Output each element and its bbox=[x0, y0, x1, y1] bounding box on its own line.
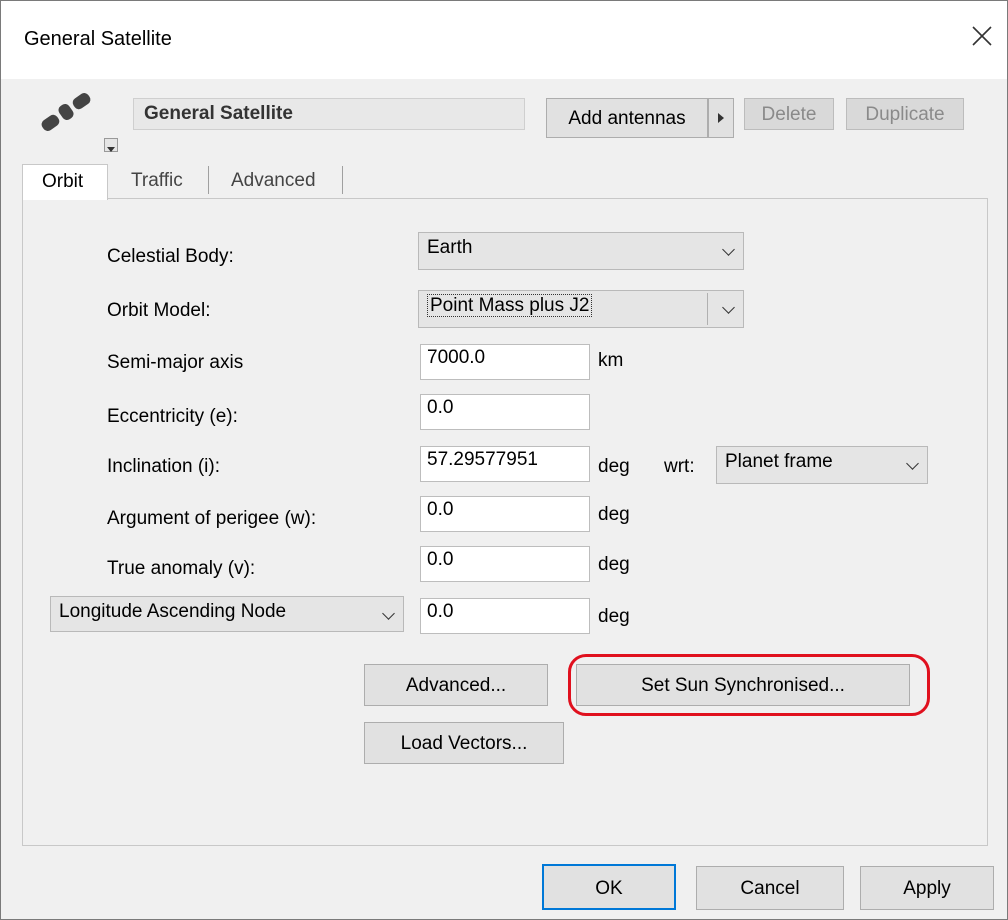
arg-perigee-label: Argument of perigee (w): bbox=[107, 508, 317, 529]
inclination-unit: deg bbox=[598, 456, 630, 477]
load-vectors-button[interactable]: Load Vectors... bbox=[364, 722, 564, 764]
orbit-model-value: Point Mass plus J2 bbox=[427, 294, 593, 317]
inclination-frame-select[interactable]: Planet frame bbox=[716, 446, 928, 484]
wrt-label: wrt: bbox=[664, 456, 695, 477]
triangle-right-icon bbox=[718, 113, 724, 123]
satellite-icon bbox=[36, 84, 96, 140]
triangle-down-icon bbox=[107, 147, 115, 152]
tab-orbit[interactable]: Orbit bbox=[22, 164, 108, 200]
true-anomaly-unit: deg bbox=[598, 554, 630, 575]
tab-separator bbox=[342, 166, 343, 194]
node-input[interactable]: 0.0 bbox=[420, 598, 590, 634]
semi-major-axis-input[interactable]: 7000.0 bbox=[420, 344, 590, 380]
tab-traffic[interactable]: Traffic bbox=[118, 164, 208, 198]
red-highlight-outline bbox=[568, 654, 930, 716]
tab-advanced[interactable]: Advanced bbox=[214, 164, 344, 198]
chevron-down-icon bbox=[906, 457, 919, 470]
node-type-value: Longitude Ascending Node bbox=[59, 601, 287, 622]
node-unit: deg bbox=[598, 606, 630, 627]
eccentricity-input[interactable]: 0.0 bbox=[420, 394, 590, 430]
orbit-model-select[interactable]: Point Mass plus J2 bbox=[418, 290, 744, 328]
inclination-label: Inclination (i): bbox=[107, 456, 220, 477]
chevron-down-icon bbox=[722, 301, 735, 314]
celestial-body-value: Earth bbox=[427, 237, 473, 258]
duplicate-button[interactable]: Duplicate bbox=[846, 98, 964, 130]
true-anomaly-label: True anomaly (v): bbox=[107, 558, 256, 579]
combo-divider bbox=[707, 293, 708, 325]
apply-button[interactable]: Apply bbox=[860, 866, 994, 910]
tab-separator bbox=[208, 166, 209, 194]
cancel-button[interactable]: Cancel bbox=[696, 866, 844, 910]
satellite-name-field[interactable]: General Satellite bbox=[133, 98, 525, 130]
ok-button[interactable]: OK bbox=[542, 864, 676, 910]
eccentricity-label: Eccentricity (e): bbox=[107, 406, 238, 427]
arg-perigee-unit: deg bbox=[598, 504, 630, 525]
inclination-frame-value: Planet frame bbox=[725, 451, 833, 472]
advanced-button[interactable]: Advanced... bbox=[364, 664, 548, 706]
chevron-down-icon bbox=[722, 243, 735, 256]
add-antennas-menu-button[interactable] bbox=[708, 98, 734, 138]
celestial-body-label: Celestial Body: bbox=[107, 246, 234, 267]
true-anomaly-input[interactable]: 0.0 bbox=[420, 546, 590, 582]
add-antennas-button[interactable]: Add antennas bbox=[546, 98, 708, 138]
node-type-select[interactable]: Longitude Ascending Node bbox=[50, 596, 404, 632]
semi-major-axis-unit: km bbox=[598, 350, 624, 371]
semi-major-axis-label: Semi-major axis bbox=[107, 352, 244, 373]
celestial-body-select[interactable]: Earth bbox=[418, 232, 744, 270]
window-title: General Satellite bbox=[24, 28, 172, 50]
close-icon[interactable] bbox=[966, 20, 998, 52]
orbit-model-label: Orbit Model: bbox=[107, 300, 211, 321]
arg-perigee-input[interactable]: 0.0 bbox=[420, 496, 590, 532]
delete-button[interactable]: Delete bbox=[744, 98, 834, 130]
icon-menu-dropdown[interactable] bbox=[104, 138, 118, 152]
chevron-down-icon bbox=[382, 607, 395, 620]
inclination-input[interactable]: 57.29577951 bbox=[420, 446, 590, 482]
